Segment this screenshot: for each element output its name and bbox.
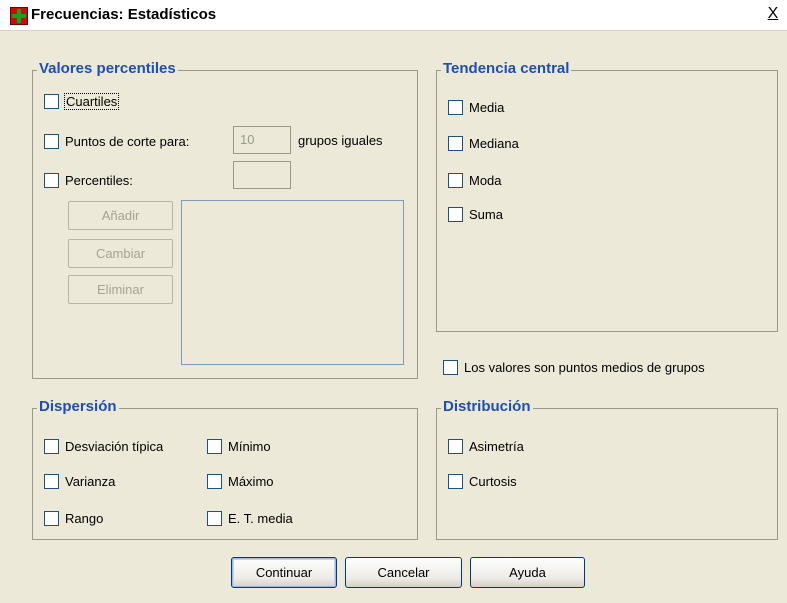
sum-label: Suma bbox=[469, 207, 503, 222]
change-button[interactable]: Cambiar bbox=[68, 239, 173, 268]
percentiles-option[interactable]: Percentiles: bbox=[44, 173, 133, 188]
mode-option[interactable]: Moda bbox=[448, 173, 502, 188]
range-label: Rango bbox=[65, 511, 104, 526]
median-label: Mediana bbox=[469, 136, 519, 151]
help-button[interactable]: Ayuda bbox=[470, 557, 585, 588]
mean-option[interactable]: Media bbox=[448, 100, 504, 115]
midpoints-label: Los valores son puntos medios de grupos bbox=[464, 360, 705, 375]
percentiles-list[interactable] bbox=[181, 200, 404, 365]
kurtosis-option[interactable]: Curtosis bbox=[448, 474, 517, 489]
percentile-input[interactable] bbox=[233, 161, 291, 189]
minimum-label: Mínimo bbox=[228, 439, 271, 454]
sum-checkbox[interactable] bbox=[448, 207, 463, 222]
continue-button[interactable]: Continuar bbox=[231, 557, 337, 588]
dispersion-legend: Dispersión bbox=[37, 398, 119, 415]
se-mean-option[interactable]: E. T. media bbox=[207, 511, 293, 526]
mean-label: Media bbox=[469, 100, 505, 115]
mode-checkbox[interactable] bbox=[448, 173, 463, 188]
midpoints-option[interactable]: Los valores son puntos medios de grupos bbox=[443, 360, 705, 375]
central-tendency-legend: Tendencia central bbox=[441, 60, 572, 77]
add-button[interactable]: Añadir bbox=[68, 201, 173, 230]
kurtosis-checkbox[interactable] bbox=[448, 474, 463, 489]
cut-points-checkbox[interactable] bbox=[44, 134, 59, 149]
cut-points-input[interactable]: 10 bbox=[233, 126, 291, 154]
quartiles-option[interactable]: Cuartiles bbox=[44, 93, 120, 110]
std-dev-label: Desviación típica bbox=[65, 439, 164, 454]
median-option[interactable]: Mediana bbox=[448, 136, 519, 151]
percentiles-label: Percentiles: bbox=[65, 173, 133, 188]
mode-label: Moda bbox=[469, 173, 502, 188]
range-checkbox[interactable] bbox=[44, 511, 59, 526]
variance-label: Varianza bbox=[65, 474, 116, 489]
range-option[interactable]: Rango bbox=[44, 511, 103, 526]
skewness-checkbox[interactable] bbox=[448, 439, 463, 454]
median-checkbox[interactable] bbox=[448, 136, 463, 151]
minimum-option[interactable]: Mínimo bbox=[207, 439, 271, 454]
percentiles-checkbox[interactable] bbox=[44, 173, 59, 188]
title-bar: Frecuencias: Estadísticos X bbox=[0, 0, 787, 31]
quartiles-checkbox[interactable] bbox=[44, 94, 59, 109]
std-dev-option[interactable]: Desviación típica bbox=[44, 439, 163, 454]
se-mean-label: E. T. media bbox=[228, 511, 293, 526]
percentile-values-legend: Valores percentiles bbox=[37, 60, 178, 77]
variance-checkbox[interactable] bbox=[44, 474, 59, 489]
kurtosis-label: Curtosis bbox=[469, 474, 517, 489]
quartiles-label: Cuartiles bbox=[63, 93, 120, 110]
skewness-label: Asimetría bbox=[469, 439, 524, 454]
skewness-option[interactable]: Asimetría bbox=[448, 439, 524, 454]
remove-button[interactable]: Eliminar bbox=[68, 275, 173, 304]
cancel-button[interactable]: Cancelar bbox=[345, 557, 462, 588]
minimum-checkbox[interactable] bbox=[207, 439, 222, 454]
cut-points-option[interactable]: Puntos de corte para: bbox=[44, 134, 189, 149]
se-mean-checkbox[interactable] bbox=[207, 511, 222, 526]
distribution-legend: Distribución bbox=[441, 398, 533, 415]
maximum-option[interactable]: Máximo bbox=[207, 474, 274, 489]
app-icon bbox=[10, 7, 28, 25]
maximum-checkbox[interactable] bbox=[207, 474, 222, 489]
equal-groups-label: grupos iguales bbox=[298, 133, 383, 148]
cut-points-label: Puntos de corte para: bbox=[65, 134, 190, 149]
sum-option[interactable]: Suma bbox=[448, 207, 503, 222]
window-title: Frecuencias: Estadísticos bbox=[31, 6, 217, 23]
mean-checkbox[interactable] bbox=[448, 100, 463, 115]
variance-option[interactable]: Varianza bbox=[44, 474, 115, 489]
maximum-label: Máximo bbox=[228, 474, 274, 489]
close-button[interactable]: X bbox=[764, 5, 782, 23]
close-icon: X bbox=[767, 5, 779, 22]
midpoints-checkbox[interactable] bbox=[443, 360, 458, 375]
std-dev-checkbox[interactable] bbox=[44, 439, 59, 454]
